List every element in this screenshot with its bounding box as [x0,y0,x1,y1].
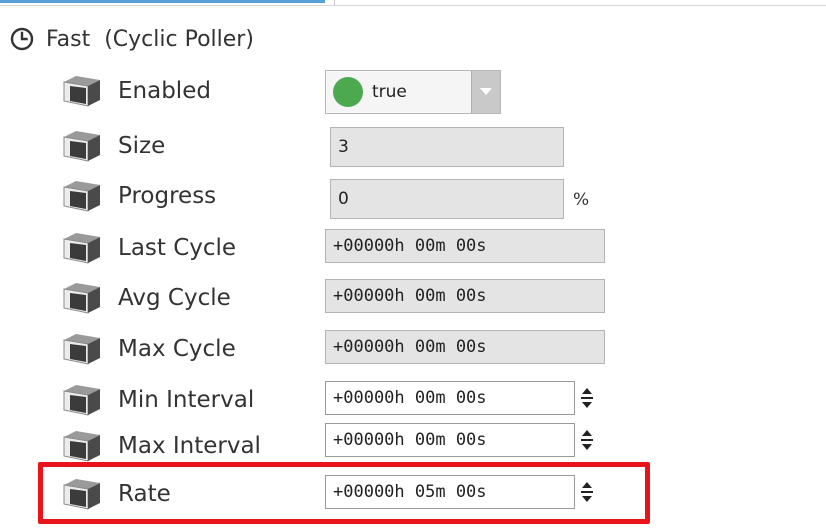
tab-strip [0,0,826,6]
size-field: 3 [330,127,564,167]
property-label: Last Cycle [118,235,237,261]
rate-highlight-box [38,462,650,524]
spinner-icon[interactable] [580,428,594,452]
property-row-max-cycle[interactable]: Max Cycle [62,328,236,370]
component-header[interactable]: Fast (Cyclic Poller) [10,22,254,56]
component-type: (Cyclic Poller) [104,26,254,52]
max-interval-input[interactable]: +00000h 00m 00s [325,423,575,457]
property-row-enabled[interactable]: Enabled [62,70,211,112]
property-label: Size [118,133,166,159]
status-green-icon [333,77,363,107]
slot-cube-icon [63,181,100,212]
avg-cycle-field: +00000h 00m 00s [325,279,605,313]
slot-cube-icon [63,76,100,107]
progress-field: 0 [330,179,564,219]
progress-unit: % [573,190,590,210]
property-label: Progress [118,183,217,209]
property-label: Max Interval [118,433,261,459]
enabled-dropdown[interactable]: true [325,70,501,114]
clock-icon [10,27,34,51]
slot-cube-icon [63,334,100,365]
component-name: Fast [46,26,91,52]
slot-cube-icon [63,283,100,314]
min-interval-input[interactable]: +00000h 00m 00s [325,381,575,415]
max-cycle-field: +00000h 00m 00s [325,330,605,364]
property-label: Avg Cycle [118,285,231,311]
slot-cube-icon [63,431,100,462]
enabled-value: true [372,82,407,102]
property-row-last-cycle[interactable]: Last Cycle [62,227,236,269]
property-row-avg-cycle[interactable]: Avg Cycle [62,277,231,319]
slot-cube-icon [63,131,100,162]
property-row-progress[interactable]: Progress [62,175,216,217]
property-label: Min Interval [118,387,255,413]
slot-cube-icon [63,385,100,416]
property-label: Enabled [118,78,211,104]
chevron-down-icon[interactable] [471,71,500,113]
property-row-min-interval[interactable]: Min Interval [62,379,254,421]
active-tab-indicator [0,0,325,3]
property-label: Max Cycle [118,336,236,362]
last-cycle-field: +00000h 00m 00s [325,229,605,263]
tab-separator [334,0,335,6]
spinner-icon[interactable] [580,386,594,410]
property-row-size[interactable]: Size [62,125,165,167]
property-row-max-interval[interactable]: Max Interval [62,425,261,467]
slot-cube-icon [63,233,100,264]
